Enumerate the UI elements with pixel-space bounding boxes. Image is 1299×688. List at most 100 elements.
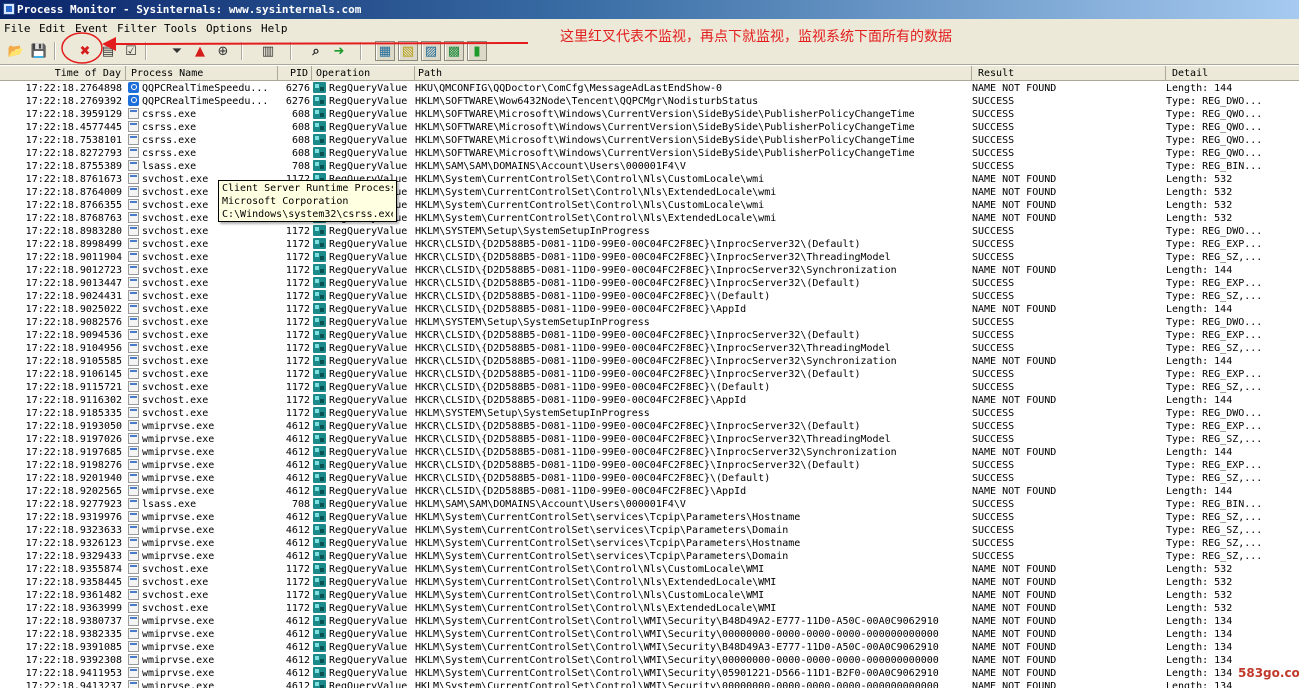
table-row[interactable]: 17:22:18.8764009svchost.exe1172RegQueryV…	[0, 186, 1299, 199]
process-name: csrss.exe	[142, 135, 197, 146]
table-row[interactable]: 17:22:18.9382335 wmiprvse.exe 4612 RegQuery…	[0, 628, 1299, 641]
table-row[interactable]: 17:22:18.2764898 QQPCRealTimeSpeedu... 627…	[0, 82, 1299, 95]
clear-icon[interactable]: ☑	[121, 41, 141, 61]
table-row[interactable]: 17:22:18.9104956 svchost.exe 1172 RegQueryV…	[0, 342, 1299, 355]
highlight-icon[interactable]: ▲	[190, 41, 210, 61]
table-row[interactable]: 17:22:18.4577445 csrss.exe 608 RegQueryValu…	[0, 121, 1299, 134]
table-row[interactable]: 17:22:18.7538101 csrss.exe 608 RegQueryValu…	[0, 134, 1299, 147]
table-row[interactable]: 17:22:18.9392308 wmiprvse.exe 4612 RegQuery…	[0, 654, 1299, 667]
table-row[interactable]: 17:22:18.9024431 svchost.exe 1172 RegQueryV…	[0, 290, 1299, 303]
network-activity-icon[interactable]: ▨	[421, 41, 441, 61]
process-icon	[128, 173, 139, 184]
table-row[interactable]: 17:22:18.8272793 csrss.exe 608 RegQueryValu…	[0, 147, 1299, 160]
menu-options[interactable]: Options	[204, 19, 254, 38]
properties-icon[interactable]: ▥	[258, 41, 278, 61]
profiling-activity-icon[interactable]: ▮	[467, 41, 487, 61]
menu-tools[interactable]: Tools	[162, 19, 199, 38]
table-row[interactable]: 17:22:18.9013447 svchost.exe 1172 RegQueryV…	[0, 277, 1299, 290]
jump-icon[interactable]: ➜	[329, 41, 349, 61]
capture-icon[interactable]: ✖	[75, 41, 95, 61]
path-cell: HKCR\CLSID\{D2D588B5-D081-11D0-99E0-00C0…	[415, 343, 891, 354]
table-row[interactable]: 17:22:18.9363999 svchost.exe 1172 RegQueryV…	[0, 602, 1299, 615]
registry-activity-icon[interactable]: ▦	[375, 41, 395, 61]
table-row[interactable]: 17:22:18.9193050 wmiprvse.exe 4612 RegQuery…	[0, 420, 1299, 433]
operation-name: RegQueryValue	[329, 551, 408, 562]
table-row[interactable]: 17:22:18.8998499 svchost.exe 1172 RegQueryV…	[0, 238, 1299, 251]
find-icon[interactable]: ⌕	[306, 41, 326, 61]
column-detail[interactable]: Detail	[1166, 66, 1299, 81]
time-cell: 17:22:18.8768763	[25, 213, 122, 224]
menu-help[interactable]: Help	[259, 19, 290, 38]
table-row[interactable]: 17:22:18.9197026 wmiprvse.exe 4612 RegQuery…	[0, 433, 1299, 446]
column-result[interactable]: Result	[972, 66, 1166, 81]
process-cell: csrss.exe	[128, 108, 278, 121]
column-pid[interactable]: PID	[278, 66, 312, 81]
file-activity-icon[interactable]: ▧	[398, 41, 418, 61]
process-cell: wmiprvse.exe	[128, 420, 278, 433]
table-row[interactable]: 17:22:18.9355874 svchost.exe 1172 RegQueryV…	[0, 563, 1299, 576]
table-row[interactable]: 17:22:18.9391085 wmiprvse.exe 4612 RegQuery…	[0, 641, 1299, 654]
column-time[interactable]: Time of Day	[0, 66, 126, 81]
table-row[interactable]: 17:22:18.9105585 svchost.exe 1172 RegQueryV…	[0, 355, 1299, 368]
menu-edit[interactable]: Edit	[37, 19, 68, 38]
column-process[interactable]: Process Name	[128, 66, 278, 81]
table-row[interactable]: 17:22:18.8761673svchost.exe1172RegQueryV…	[0, 173, 1299, 186]
result-cell: SUCCESS	[972, 239, 1015, 250]
table-row[interactable]: 17:22:18.9082576 svchost.exe 1172 RegQueryV…	[0, 316, 1299, 329]
result-cell: NAME NOT FOUND	[972, 616, 1057, 627]
table-row[interactable]: 17:22:18.9094536 svchost.exe 1172 RegQueryV…	[0, 329, 1299, 342]
save-icon[interactable]: 💾	[29, 41, 49, 61]
menu-filter[interactable]: Filter	[115, 19, 159, 38]
path-cell: HKLM\System\CurrentControlSet\services\T…	[415, 551, 789, 562]
table-row[interactable]: 17:22:18.9361482 svchost.exe 1172 RegQueryV…	[0, 589, 1299, 602]
process-name: wmiprvse.exe	[142, 551, 215, 562]
table-row[interactable]: 17:22:18.9185335 svchost.exe 1172 RegQueryV…	[0, 407, 1299, 420]
table-row[interactable]: 17:22:18.9197685 wmiprvse.exe 4612 RegQuery…	[0, 446, 1299, 459]
column-path[interactable]: Path	[415, 66, 972, 81]
process-cell: svchost.exe	[128, 251, 278, 264]
table-row[interactable]: 17:22:18.8983280 svchost.exe 1172 RegQueryV…	[0, 225, 1299, 238]
autoscroll-icon[interactable]: ▤	[98, 41, 118, 61]
column-header: Time of Day Process Name PID Operation P…	[0, 66, 1299, 81]
table-row[interactable]: 17:22:18.9413237 wmiprvse.exe 4612 RegQuery…	[0, 680, 1299, 688]
table-row[interactable]: 17:22:18.9025022 svchost.exe 1172 RegQueryV…	[0, 303, 1299, 316]
table-row[interactable]: 17:22:18.9380737 wmiprvse.exe 4612 RegQuery…	[0, 615, 1299, 628]
table-row[interactable]: 17:22:18.8766355svchost.exe1172RegQueryV…	[0, 199, 1299, 212]
table-row[interactable]: 17:22:18.9198276 wmiprvse.exe 4612 RegQuery…	[0, 459, 1299, 472]
open-icon[interactable]: 📂	[6, 41, 26, 61]
table-row[interactable]: 17:22:18.9319976 wmiprvse.exe 4612 RegQuery…	[0, 511, 1299, 524]
process-activity-icon[interactable]: ▩	[444, 41, 464, 61]
registry-icon	[313, 329, 326, 340]
path-cell: HKCR\CLSID\{D2D588B5-D081-11D0-99E0-00C0…	[415, 330, 861, 341]
table-row[interactable]: 17:22:18.9106145 svchost.exe 1172 RegQueryV…	[0, 368, 1299, 381]
network-icon[interactable]: ⊕	[213, 41, 233, 61]
table-row[interactable]: 17:22:18.9115721 svchost.exe 1172 RegQueryV…	[0, 381, 1299, 394]
table-row[interactable]: 17:22:18.8768763svchost.exe1172RegQueryV…	[0, 212, 1299, 225]
table-row[interactable]: 17:22:18.9323633 wmiprvse.exe 4612 RegQuery…	[0, 524, 1299, 537]
table-row[interactable]: 17:22:18.9201940 wmiprvse.exe 4612 RegQuery…	[0, 472, 1299, 485]
pid-cell: 608	[291, 122, 310, 133]
table-row[interactable]: 17:22:18.8755389 lsass.exe 708 RegQueryValu…	[0, 160, 1299, 173]
table-row[interactable]: 17:22:18.9329433 wmiprvse.exe 4612 RegQuery…	[0, 550, 1299, 563]
event-list[interactable]: 17:22:18.2764898 QQPCRealTimeSpeedu... 627…	[0, 82, 1299, 688]
time-cell: 17:22:18.2769392	[25, 96, 122, 107]
menu-event[interactable]: Event	[73, 19, 110, 38]
table-row[interactable]: 17:22:18.9012723 svchost.exe 1172 RegQueryV…	[0, 264, 1299, 277]
table-row[interactable]: 17:22:18.9411953 wmiprvse.exe 4612 RegQuery…	[0, 667, 1299, 680]
table-row[interactable]: 17:22:18.9277923 lsass.exe 708 RegQueryValu…	[0, 498, 1299, 511]
filter-icon[interactable]: ⏷	[167, 41, 187, 61]
path-cell: HKLM\System\CurrentControlSet\Control\Nl…	[415, 603, 777, 614]
registry-icon	[313, 394, 326, 405]
table-row[interactable]: 17:22:18.9011904 svchost.exe 1172 RegQueryV…	[0, 251, 1299, 264]
menu-file[interactable]: File	[2, 19, 33, 38]
tooltip-company: Microsoft Corporation	[222, 196, 349, 207]
table-row[interactable]: 17:22:18.2769392 QQPCRealTimeSpeedu... 627…	[0, 95, 1299, 108]
table-row[interactable]: 17:22:18.9326123 wmiprvse.exe 4612 RegQuery…	[0, 537, 1299, 550]
table-row[interactable]: 17:22:18.3959129 csrss.exe 608 RegQueryValu…	[0, 108, 1299, 121]
column-operation[interactable]: Operation	[313, 66, 415, 81]
table-row[interactable]: 17:22:18.9116302 svchost.exe 1172 RegQueryV…	[0, 394, 1299, 407]
process-name: QQPCRealTimeSpeedu...	[142, 96, 269, 107]
table-row[interactable]: 17:22:18.9202565 wmiprvse.exe 4612 RegQuery…	[0, 485, 1299, 498]
registry-icon	[313, 290, 326, 301]
table-row[interactable]: 17:22:18.9358445 svchost.exe 1172 RegQueryV…	[0, 576, 1299, 589]
